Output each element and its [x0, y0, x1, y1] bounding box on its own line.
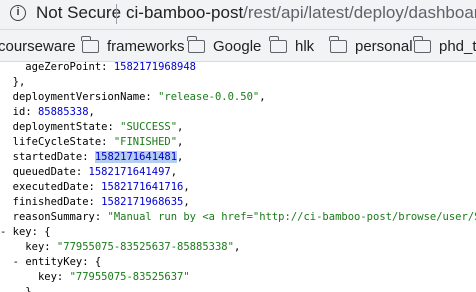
- json-key: key: [25, 241, 45, 253]
- json-value[interactable]: 1582171968948: [114, 62, 196, 73]
- bookmark-frameworks[interactable]: frameworks: [81, 35, 185, 56]
- json-line: deploymentVersionName: "release-0.0.50",: [12, 91, 266, 103]
- json-key: deploymentState: [12, 121, 108, 133]
- json-line: },: [0, 285, 38, 292]
- bookmark-label: personal: [355, 37, 413, 55]
- folder-icon: [187, 35, 205, 53]
- json-key: queuedDate: [12, 166, 76, 178]
- json-key: ageZeroPoint: [25, 62, 102, 73]
- security-label[interactable]: Not Secure: [36, 3, 121, 23]
- json-value[interactable]: "SUCCESS": [120, 121, 177, 133]
- json-line: - key: {: [0, 226, 51, 238]
- json-punctuation: },: [12, 76, 26, 88]
- url-text[interactable]: ci-bamboo-post/rest/api/latest/deploy/da…: [126, 3, 476, 23]
- bookmark-label: Google: [213, 37, 262, 55]
- json-value[interactable]: "77955075-83525637": [70, 271, 190, 283]
- json-punctuation: ,: [177, 151, 184, 163]
- json-punctuation: ,: [183, 181, 190, 193]
- url-separator: [116, 4, 117, 24]
- json-punctuation: ,: [177, 121, 184, 133]
- json-value[interactable]: 1582171968635: [101, 196, 183, 208]
- bookmark-hlk[interactable]: hlk: [269, 35, 315, 56]
- bookmark-phd-th[interactable]: phd_th: [413, 35, 476, 56]
- json-key: startedDate: [12, 151, 83, 163]
- bookmark-label: courseware: [0, 37, 76, 55]
- json-punctuation: ,: [177, 136, 184, 148]
- collapse-toggle[interactable]: -: [13, 256, 26, 268]
- json-key: deploymentVersionName: [12, 91, 146, 103]
- selected-json-value[interactable]: 1582171641481: [94, 151, 178, 163]
- json-line: key: "77955075-83525637-85885338",: [25, 241, 241, 253]
- json-value[interactable]: "release-0.0.50": [158, 91, 259, 103]
- json-punctuation: ,: [170, 166, 178, 178]
- bookmark-label: hlk: [295, 37, 315, 55]
- json-value[interactable]: 85885338: [38, 106, 89, 118]
- json-line: queuedDate: 1582171641497,: [12, 166, 178, 178]
- address-bar[interactable]: i Not Secure ci-bamboo-post/rest/api/lat…: [0, 0, 476, 30]
- json-key: id: [12, 106, 26, 118]
- json-line: reasonSummary: "Manual run by <a href="h…: [0, 210, 476, 225]
- json-value[interactable]: "77955075-83525637-85885338": [57, 241, 234, 253]
- collapse-toggle[interactable]: -: [0, 226, 13, 238]
- json-key: entityKey: [25, 256, 83, 268]
- info-icon[interactable]: i: [10, 5, 26, 21]
- json-value[interactable]: 1582171641497: [89, 166, 171, 178]
- json-key: reasonSummary: [12, 211, 95, 223]
- json-line: executedDate: 1582171641716,: [12, 181, 190, 193]
- json-value[interactable]: "Manual run by <a href="http://ci-bamboo…: [108, 211, 476, 223]
- json-line: },: [0, 75, 26, 90]
- folder-icon: [413, 35, 431, 53]
- json-punctuation: {: [94, 256, 102, 268]
- json-line: id: 85885338,: [12, 106, 95, 118]
- url-host: ci-bamboo-post: [126, 3, 244, 22]
- bookmark-label: phd_th: [439, 37, 476, 55]
- json-line: - entityKey: {: [12, 256, 102, 268]
- json-key: finishedDate: [12, 196, 89, 208]
- bookmark-courseware[interactable]: courseware: [0, 36, 76, 56]
- json-punctuation: ,: [233, 241, 241, 253]
- json-punctuation: },: [25, 286, 38, 292]
- json-line: startedDate: 1582171641481,: [12, 151, 184, 163]
- bookmarks-bar: courseware frameworks Google hlk personal phd…: [0, 30, 476, 62]
- json-line: deploymentState: "SUCCESS",: [12, 121, 184, 133]
- folder-icon: [269, 35, 287, 53]
- json-key: key: [37, 271, 57, 283]
- json-value[interactable]: 1582171641716: [101, 181, 183, 193]
- json-line: key: "77955075-83525637": [37, 271, 190, 283]
- json-key: key: [12, 226, 32, 238]
- bookmark-personal[interactable]: personal: [329, 35, 413, 56]
- json-viewer: ageZeroPoint: 1582171968948 }, deploymen…: [0, 62, 476, 292]
- json-punctuation: ,: [183, 196, 190, 208]
- json-punctuation: ,: [88, 106, 95, 118]
- json-value[interactable]: "FINISHED": [114, 136, 177, 148]
- url-path: /rest/api/latest/deploy/dashboard: [243, 3, 476, 22]
- folder-icon: [81, 35, 99, 53]
- json-key: lifeCycleState: [12, 136, 102, 148]
- json-line: finishedDate: 1582171968635,: [12, 196, 190, 208]
- folder-icon: [329, 35, 347, 53]
- bookmark-google[interactable]: Google: [187, 35, 262, 56]
- json-line: ageZeroPoint: 1582171968948: [25, 62, 196, 73]
- bookmark-label: frameworks: [107, 37, 185, 55]
- json-punctuation: ,: [259, 91, 266, 103]
- json-key: executedDate: [12, 181, 89, 193]
- json-punctuation: {: [44, 226, 51, 238]
- json-line: lifeCycleState: "FINISHED",: [12, 136, 184, 148]
